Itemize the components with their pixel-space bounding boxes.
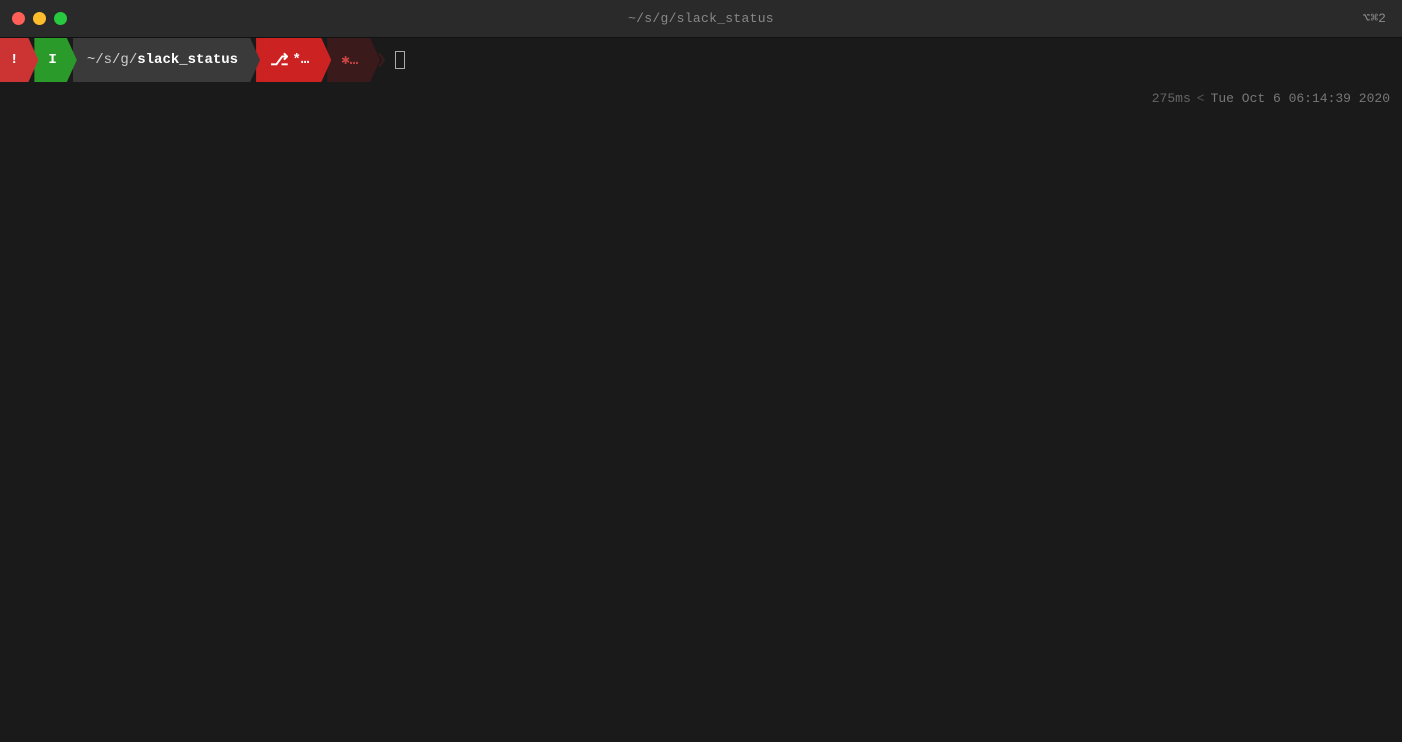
vim-mode-segment: I (34, 38, 76, 82)
prompt-line: ! I ~/s/g/slack_status ⎇*… ✱… ❯ (0, 38, 405, 82)
title-bar: ~/s/g/slack_status ⌥⌘2 (0, 0, 1402, 38)
terminal-body[interactable]: ! I ~/s/g/slack_status ⎇*… ✱… ❯ (0, 38, 1402, 742)
minimize-button[interactable] (33, 12, 46, 25)
git-icon: ⎇ (270, 50, 288, 70)
separator-label: < (1197, 91, 1205, 106)
git-segment: ⎇ *… (256, 38, 331, 82)
vim-mode-label: I (48, 52, 56, 68)
exclamation-mark: ! (10, 52, 18, 68)
duration-label: 275ms (1152, 91, 1191, 106)
status-bar-right: 275ms < Tue Oct 6 06:14:39 2020 (1152, 76, 1402, 120)
prompt-container: ! I ~/s/g/slack_status ⎇*… ✱… ❯ (0, 38, 1402, 82)
git-status-segment: ✱… (327, 38, 380, 82)
close-button[interactable] (12, 12, 25, 25)
path-bold: slack_status (137, 52, 238, 68)
window-controls (12, 12, 67, 25)
error-segment: ! (0, 38, 38, 82)
path-prefix: ~/s/g/ (87, 52, 137, 68)
maximize-button[interactable] (54, 12, 67, 25)
shortcut-label: ⌥⌘2 (1363, 11, 1386, 26)
window-title: ~/s/g/slack_status (628, 11, 774, 26)
git-status-stars: ✱… (341, 52, 358, 69)
path-segment: ~/s/g/slack_status (73, 38, 260, 82)
datetime-label: Tue Oct 6 06:14:39 2020 (1211, 91, 1390, 106)
terminal-cursor (395, 51, 405, 69)
git-branch: *… (293, 52, 310, 68)
